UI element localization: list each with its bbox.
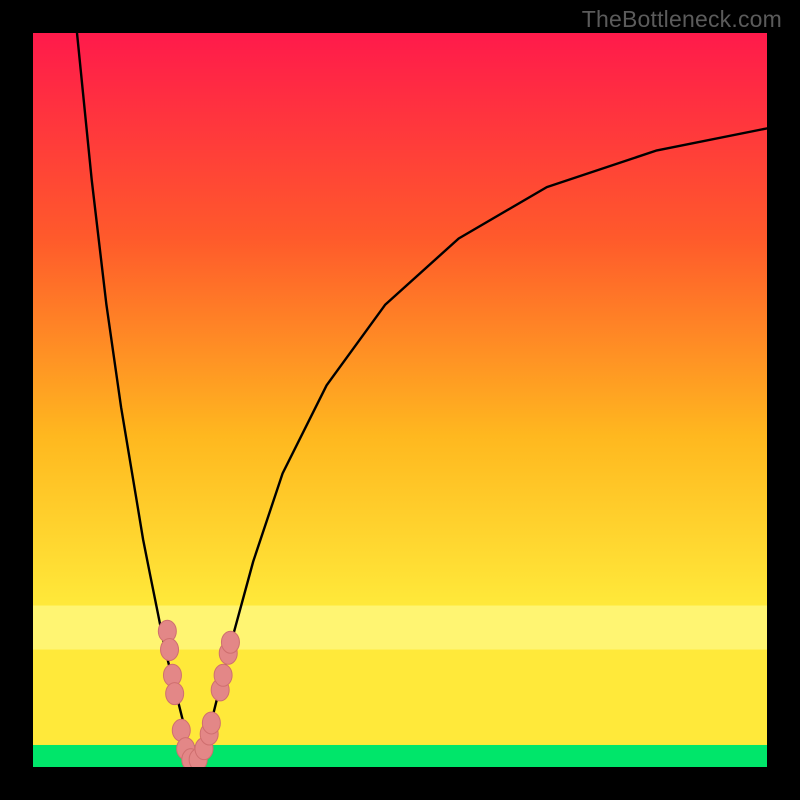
sample-dot <box>202 712 220 734</box>
sample-dot <box>221 631 239 653</box>
watermark-text: TheBottleneck.com <box>582 6 782 33</box>
chart-svg <box>33 33 767 767</box>
sample-dot <box>166 683 184 705</box>
chart-frame: TheBottleneck.com <box>0 0 800 800</box>
plot-area <box>33 33 767 767</box>
green-band <box>33 745 767 767</box>
sample-dot <box>161 639 179 661</box>
gradient-background <box>33 33 767 767</box>
pale-band <box>33 606 767 650</box>
sample-dot <box>214 664 232 686</box>
